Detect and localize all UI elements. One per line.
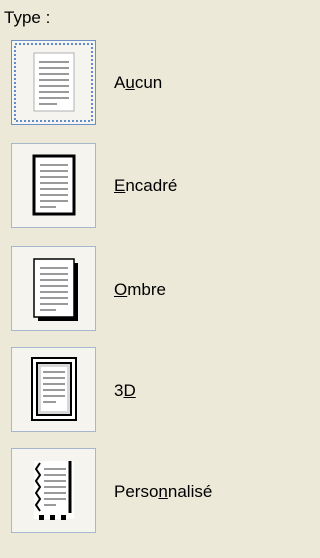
border-option-aucun-button[interactable] [11,40,96,125]
border-option-aucun-label: Aucun [114,73,163,92]
border-option-ombre-label: Ombre [114,280,166,299]
border-option-encadre-label: Encadré [114,176,178,195]
border-option-personnalise-button[interactable] [11,448,96,533]
page-3d-border-icon [31,357,77,421]
page-box-border-icon [32,154,76,216]
border-option-3d-button[interactable] [11,347,96,432]
page-custom-border-icon [34,461,74,520]
type-label: Type : [4,8,51,27]
border-option-encadre-button[interactable] [11,143,96,228]
page-shadow-border-icon [33,258,78,321]
border-option-personnalise-label: Personnalisé [114,482,213,501]
page-no-border-icon [14,43,93,122]
border-option-ombre-button[interactable] [11,246,96,331]
border-option-3d-label: 3D [114,381,136,400]
